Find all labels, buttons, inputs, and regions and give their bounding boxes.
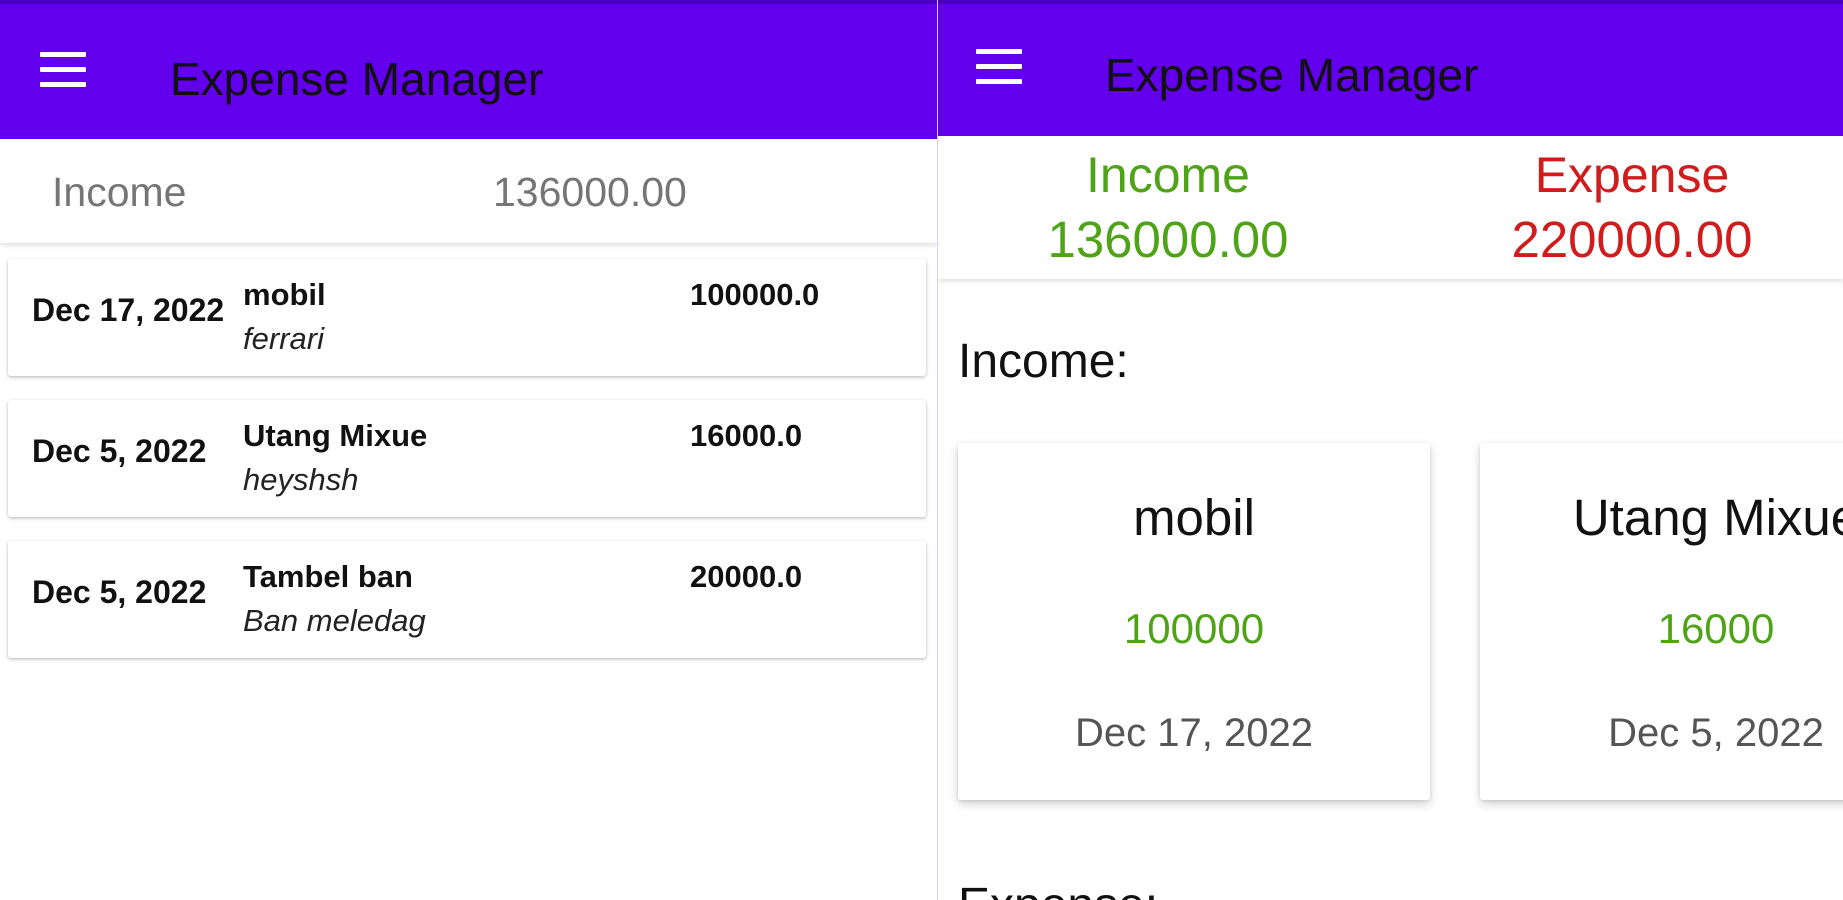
transaction-list: Dec 17, 2022 mobil ferrari 100000.0 Dec …	[8, 259, 926, 682]
hamburger-menu-icon[interactable]	[976, 49, 1022, 85]
right-screen: Expense Manager Income 136000.00 Expense…	[937, 0, 1843, 900]
app-title: Expense Manager	[170, 53, 544, 105]
transaction-amount: 16000.0	[690, 418, 803, 453]
income-label: Income	[1086, 147, 1250, 203]
transaction-note: heyshsh	[243, 462, 359, 497]
app-bar: Expense Manager	[0, 0, 937, 139]
income-summary: Income 136000.00	[1008, 144, 1328, 274]
transaction-amount: 20000.0	[690, 559, 803, 594]
transaction-card[interactable]: Dec 17, 2022 mobil ferrari 100000.0	[8, 259, 926, 376]
app-bar: Expense Manager	[938, 0, 1843, 136]
transaction-amount: 100000.0	[690, 277, 820, 312]
expense-label: Expense	[1534, 147, 1730, 203]
income-summary-bar: Income 136000.00	[0, 139, 937, 243]
transaction-note: ferrari	[243, 321, 324, 356]
income-card-name: Utang Mixue	[1572, 489, 1843, 546]
income-card-date: Dec 17, 2022	[1075, 711, 1313, 755]
transaction-card[interactable]: Dec 5, 2022 Tambel ban Ban meledag 20000…	[8, 541, 926, 658]
transaction-name: Tambel ban	[243, 559, 413, 594]
income-card[interactable]: mobil 100000 Dec 17, 2022	[958, 443, 1430, 800]
transaction-note: Ban meledag	[243, 603, 426, 638]
income-card-date: Dec 5, 2022	[1608, 711, 1824, 755]
expense-total: 220000.00	[1511, 211, 1753, 268]
left-screen: Expense Manager Income 136000.00 Dec 17,…	[0, 0, 937, 900]
income-card[interactable]: Utang Mixue 16000 Dec 5, 2022	[1480, 443, 1843, 800]
transaction-date: Dec 5, 2022	[32, 574, 207, 610]
transaction-name: Utang Mixue	[243, 418, 428, 453]
transaction-name: mobil	[243, 277, 326, 312]
hamburger-menu-icon[interactable]	[40, 52, 86, 88]
balance-summary: Income 136000.00 Expense 220000.00	[938, 136, 1843, 279]
app-title: Expense Manager	[1105, 49, 1479, 101]
expense-section-heading: Expense:	[958, 878, 1158, 900]
income-card-amount: 100000	[1123, 605, 1265, 652]
income-total: 136000.00	[1047, 211, 1289, 268]
income-cards-row[interactable]: mobil 100000 Dec 17, 2022 Utang Mixue 16…	[958, 443, 1843, 800]
transaction-date: Dec 17, 2022	[32, 292, 225, 328]
income-summary-value: 136000.00	[493, 169, 687, 215]
income-summary-label: Income	[52, 169, 187, 215]
income-card-name: mobil	[1133, 489, 1255, 546]
income-section-heading: Income:	[958, 335, 1129, 388]
transaction-date: Dec 5, 2022	[32, 433, 207, 469]
expense-summary: Expense 220000.00	[1472, 144, 1792, 274]
transaction-card[interactable]: Dec 5, 2022 Utang Mixue heyshsh 16000.0	[8, 400, 926, 517]
income-card-amount: 16000	[1657, 605, 1775, 652]
